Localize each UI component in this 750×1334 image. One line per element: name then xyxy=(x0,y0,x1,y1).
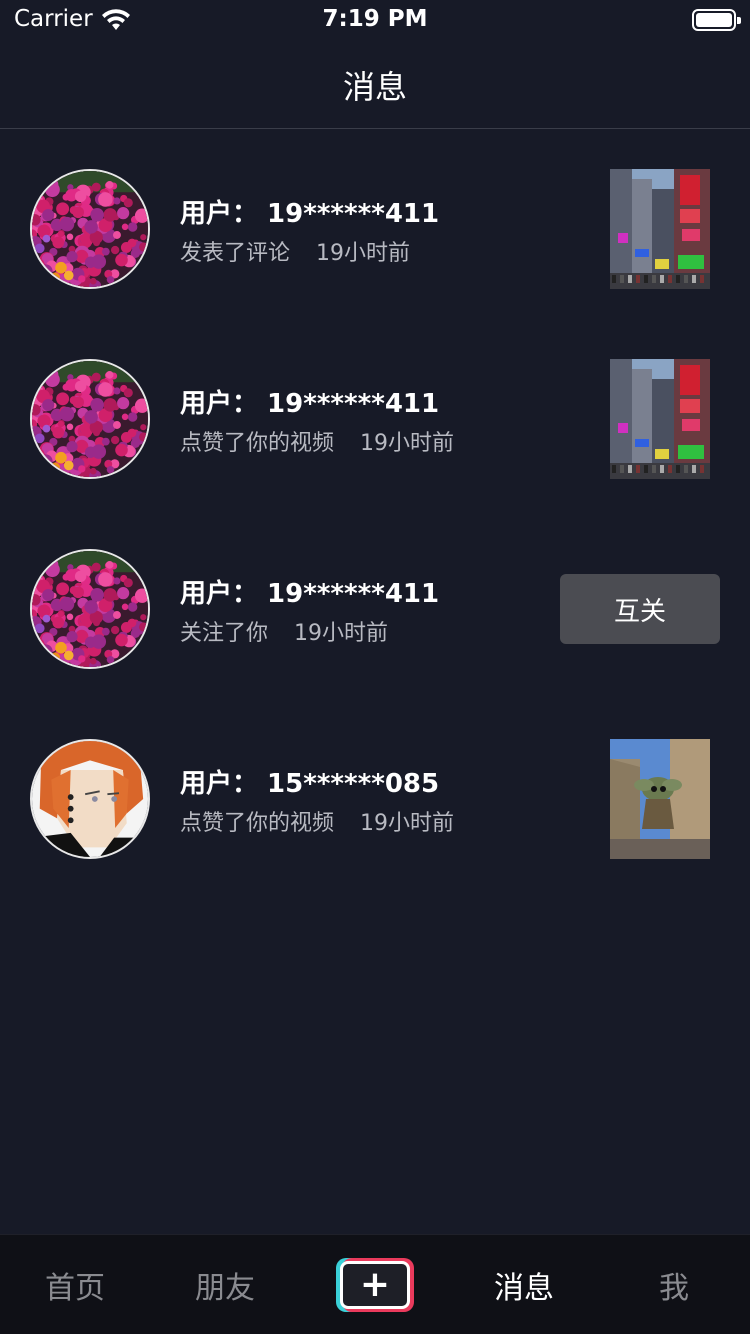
avatar[interactable] xyxy=(30,359,150,479)
tab-bar: 首页 朋友 + 消息 我 xyxy=(0,1234,750,1334)
action-text: 点赞了你的视频 xyxy=(180,431,335,456)
action-text: 关注了你 xyxy=(180,621,269,646)
avatar[interactable] xyxy=(30,549,150,669)
message-list: 用户： 19******411 发表了评论 19小时前 用户： 19******4… xyxy=(0,129,750,889)
tab-me[interactable]: 我 xyxy=(599,1263,749,1307)
avatar[interactable] xyxy=(30,169,150,289)
follow-back-button[interactable]: 互关 xyxy=(560,574,720,644)
message-row[interactable]: 用户： 19******411 点赞了你的视频 19小时前 xyxy=(0,319,750,509)
video-thumbnail[interactable] xyxy=(610,169,710,289)
action-text: 点赞了你的视频 xyxy=(180,811,335,836)
username: 用户： 19******411 xyxy=(180,199,440,229)
message-meta: 发表了评论 19小时前 xyxy=(180,235,410,267)
navigation-bar: 消息 xyxy=(0,40,750,129)
tab-messages[interactable]: 消息 xyxy=(449,1263,599,1307)
message-row[interactable]: 用户： 19******411 发表了评论 19小时前 xyxy=(0,129,750,319)
username: 用户： 19******411 xyxy=(180,389,440,419)
action-text: 发表了评论 xyxy=(180,241,291,266)
tab-home[interactable]: 首页 xyxy=(0,1263,150,1307)
timestamp: 19小时前 xyxy=(360,431,455,456)
tab-friends[interactable]: 朋友 xyxy=(150,1263,300,1307)
message-meta: 点赞了你的视频 19小时前 xyxy=(180,805,454,837)
username: 用户： 15******085 xyxy=(180,769,440,799)
video-thumbnail[interactable] xyxy=(610,359,710,479)
avatar[interactable] xyxy=(30,739,150,859)
create-post-button[interactable]: + xyxy=(336,1258,414,1312)
video-thumbnail[interactable] xyxy=(610,739,710,859)
username: 用户： 19******411 xyxy=(180,579,440,609)
message-meta: 关注了你 19小时前 xyxy=(180,615,388,647)
message-meta: 点赞了你的视频 19小时前 xyxy=(180,425,454,457)
message-row[interactable]: 用户： 15******085 点赞了你的视频 19小时前 xyxy=(0,699,750,889)
plus-icon: + xyxy=(340,1261,410,1309)
timestamp: 19小时前 xyxy=(360,811,455,836)
battery-icon xyxy=(692,9,741,31)
page-title: 消息 xyxy=(342,68,407,106)
status-bar: Carrier 7:19 PM xyxy=(0,0,750,40)
message-row[interactable]: 用户： 19******411 关注了你 19小时前 互关 xyxy=(0,509,750,699)
timestamp: 19小时前 xyxy=(316,241,411,266)
clock: 7:19 PM xyxy=(322,6,428,32)
timestamp: 19小时前 xyxy=(294,621,389,646)
